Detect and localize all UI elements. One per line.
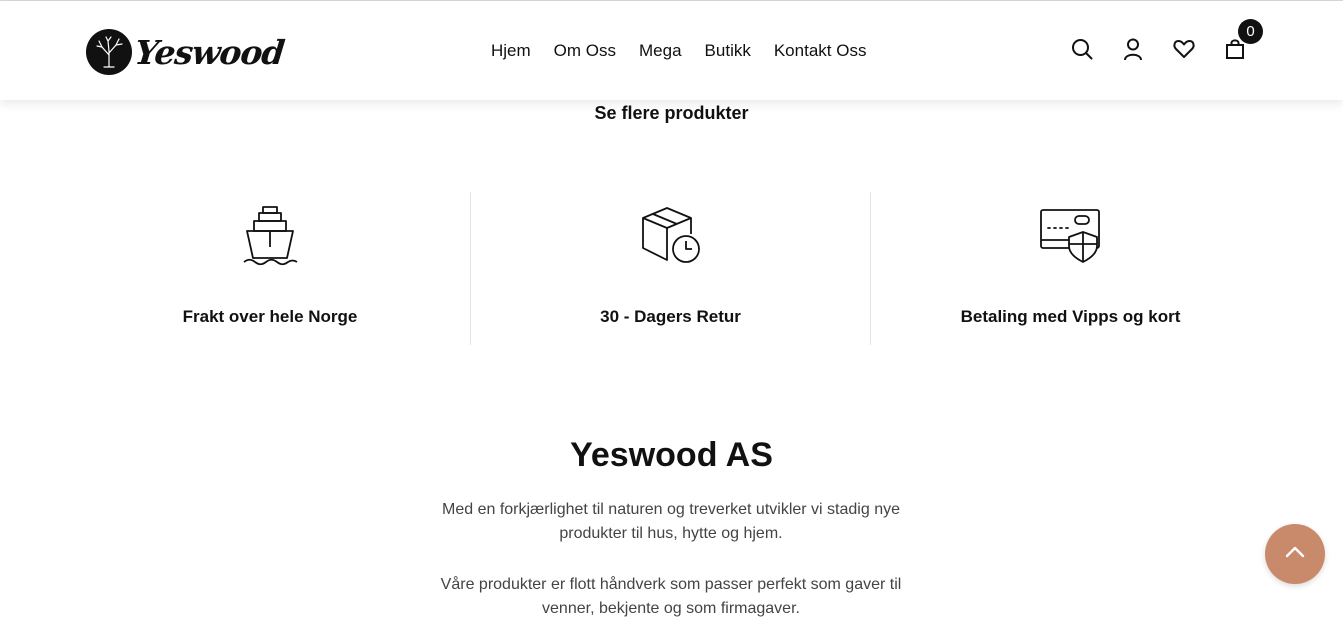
logo-text: Yeswood: [132, 32, 286, 72]
feature-label: 30 - Dagers Retur: [600, 307, 741, 326]
logo[interactable]: Yeswood: [86, 27, 286, 77]
bag-icon[interactable]: 0: [1223, 19, 1263, 61]
nav-mega[interactable]: Mega: [639, 41, 682, 61]
site-header: Yeswood Hjem Om Oss Mega Butikk Kontakt …: [0, 1, 1343, 100]
feature-payment: Betaling med Vipps og kort: [870, 192, 1270, 345]
about-title: Yeswood AS: [570, 436, 773, 474]
cart-count-badge: 0: [1238, 19, 1263, 44]
card-shield-icon: [871, 202, 1270, 266]
feature-label: Betaling med Vipps og kort: [960, 307, 1181, 326]
feature-return: 30 - Dagers Retur: [470, 192, 870, 345]
nav-hjem[interactable]: Hjem: [491, 41, 531, 61]
nav-kontakt-oss[interactable]: Kontakt Oss: [774, 41, 867, 61]
ship-icon: [70, 202, 470, 266]
search-icon[interactable]: [1070, 37, 1094, 61]
tree-icon: [86, 29, 132, 75]
feature-label: Frakt over hele Norge: [182, 307, 358, 326]
about-paragraph-2: Våre produkter er flott håndverk som pas…: [440, 576, 902, 617]
user-icon[interactable]: [1121, 37, 1145, 61]
about-paragraph-1: Med en forkjærlighet til naturen og trev…: [442, 501, 900, 542]
main-nav: Hjem Om Oss Mega Butikk Kontakt Oss: [491, 41, 889, 61]
box-clock-icon: [471, 202, 870, 266]
see-more-link[interactable]: Se flere produkter: [0, 103, 1343, 124]
feature-shipping: Frakt over hele Norge: [70, 192, 470, 345]
chevron-up-icon: [1285, 545, 1305, 563]
heart-icon[interactable]: [1172, 37, 1196, 61]
nav-butikk[interactable]: Butikk: [705, 41, 751, 61]
header-actions: 0: [1070, 19, 1274, 61]
nav-om-oss[interactable]: Om Oss: [554, 41, 616, 61]
features-row: Frakt over hele Norge 30 - Dagers Retur: [70, 192, 1270, 345]
scroll-to-top-button[interactable]: [1265, 524, 1325, 584]
